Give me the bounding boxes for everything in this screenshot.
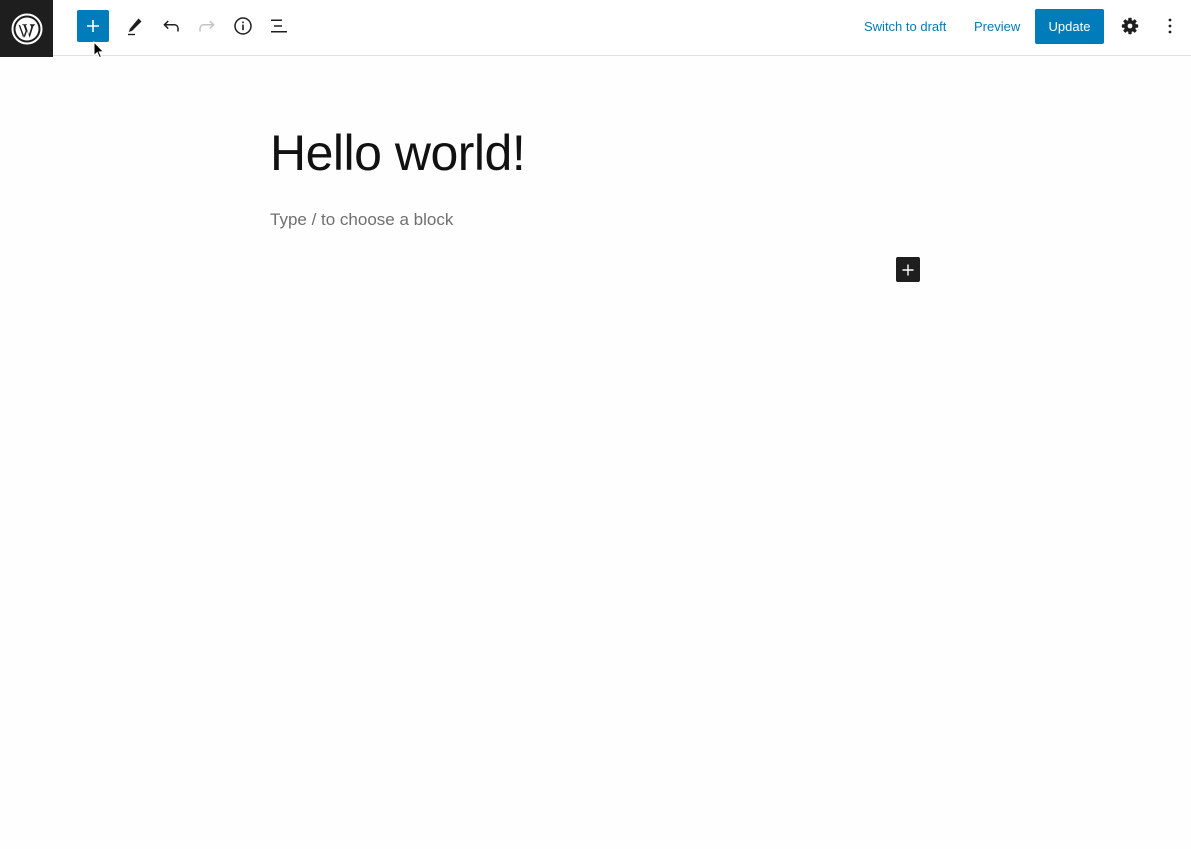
info-icon bbox=[234, 17, 252, 35]
pencil-icon bbox=[128, 18, 142, 36]
tools-button[interactable] bbox=[117, 8, 153, 44]
update-button[interactable]: Update bbox=[1035, 9, 1104, 44]
gear-icon bbox=[1121, 17, 1139, 35]
redo-icon bbox=[199, 20, 215, 32]
switch-to-draft-button[interactable]: Switch to draft bbox=[864, 10, 946, 42]
document-details-button[interactable] bbox=[225, 8, 261, 44]
post-title[interactable]: Hello world! bbox=[270, 124, 526, 182]
preview-button[interactable]: Preview bbox=[974, 10, 1020, 42]
editor-header: Switch to draft Preview Update bbox=[0, 0, 1191, 57]
block-inserter-button[interactable] bbox=[896, 257, 920, 282]
list-view-icon bbox=[271, 19, 287, 33]
undo-button[interactable] bbox=[153, 8, 189, 44]
block-editor: Switch to draft Preview Update Hello wor… bbox=[0, 0, 1191, 849]
redo-button[interactable] bbox=[189, 8, 225, 44]
more-vertical-icon bbox=[1168, 18, 1172, 34]
options-menu-button[interactable] bbox=[1155, 9, 1185, 43]
wordpress-logo-button[interactable] bbox=[0, 0, 53, 57]
undo-icon bbox=[163, 20, 179, 32]
plus-icon bbox=[902, 264, 914, 275]
wordpress-logo-icon bbox=[11, 13, 42, 44]
settings-button[interactable] bbox=[1113, 9, 1147, 43]
plus-icon bbox=[87, 20, 99, 32]
empty-block-placeholder[interactable]: Type / to choose a block bbox=[270, 210, 453, 230]
block-inserter-toggle-button[interactable] bbox=[77, 10, 109, 42]
list-view-button[interactable] bbox=[261, 8, 297, 44]
